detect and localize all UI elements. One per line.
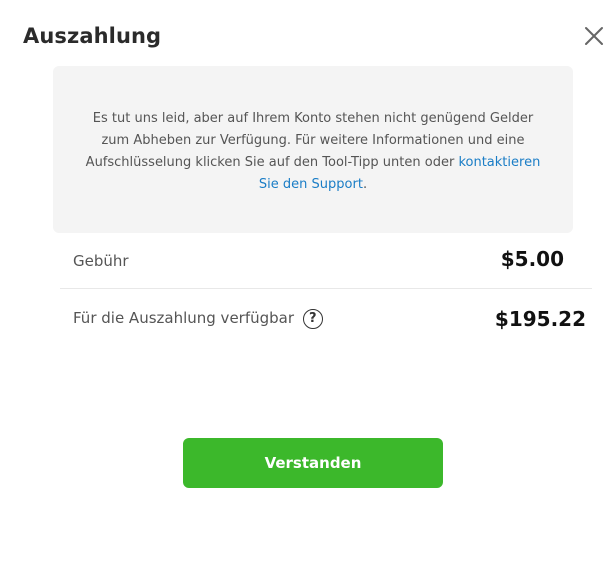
fee-value: $5.00: [500, 247, 564, 271]
available-label-group: Für die Auszahlung verfügbar ?: [73, 309, 323, 329]
close-button[interactable]: [580, 22, 608, 50]
info-message-suffix: .: [362, 177, 368, 192]
info-message-box: Es tut uns leid, aber auf Ihrem Konto st…: [53, 66, 573, 233]
close-icon: [585, 27, 603, 45]
fee-label: Gebühr: [73, 252, 129, 270]
fee-row: Gebühr $5.00: [60, 240, 592, 289]
help-icon[interactable]: ?: [302, 309, 323, 329]
available-value: $195.22: [494, 307, 586, 331]
available-label: Für die Auszahlung verfügbar: [73, 309, 295, 327]
dialog-title: Auszahlung: [23, 24, 162, 48]
confirm-button[interactable]: Verstanden: [183, 438, 443, 488]
available-row: Für die Auszahlung verfügbar ? $195.22: [60, 289, 592, 349]
